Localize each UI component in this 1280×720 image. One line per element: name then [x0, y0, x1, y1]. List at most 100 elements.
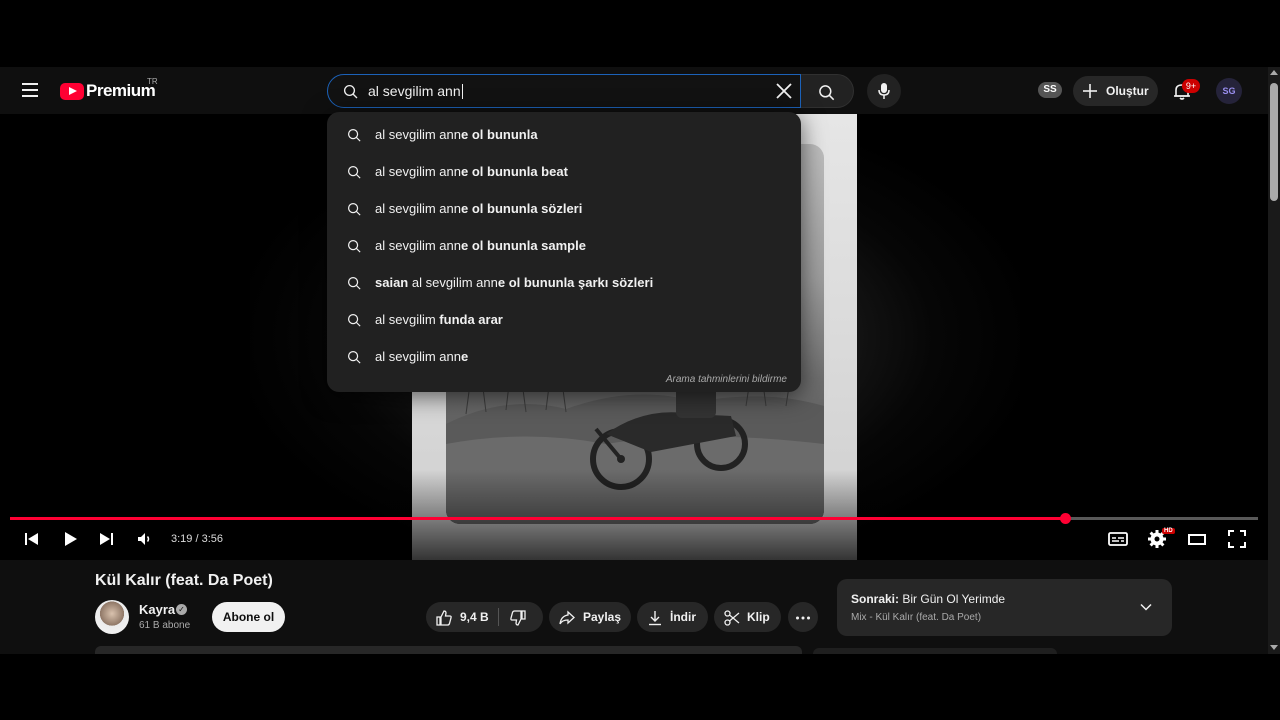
progress-played	[10, 517, 1065, 520]
subscriber-count: 61 B abone	[139, 620, 191, 631]
suggestion-item[interactable]: al sevgilim funda arar	[327, 302, 801, 339]
channel-avatar[interactable]	[95, 600, 129, 634]
like-count: 9,4 B	[460, 610, 489, 624]
share-arrow-icon	[559, 610, 575, 625]
report-predictions-link[interactable]: Arama tahminlerini bildirme	[666, 374, 787, 385]
scroll-down-arrow-icon[interactable]	[1270, 645, 1278, 650]
up-next-title: Bir Gün Ol Yerimde	[902, 592, 1006, 606]
download-icon	[649, 611, 661, 626]
suggestion-completion: funda arar	[439, 312, 503, 327]
suggestion-typed-part: al sevgilim ann	[411, 275, 498, 290]
fullscreen-icon[interactable]	[1225, 527, 1249, 551]
play-icon[interactable]	[58, 527, 82, 551]
like-button[interactable]: 9,4 B	[426, 602, 498, 632]
progress-scrubber[interactable]	[1059, 513, 1071, 524]
suggestion-item[interactable]: al sevgilim anne ol bununla sözleri	[327, 191, 801, 228]
search-input[interactable]: al sevgilim ann	[327, 74, 801, 108]
thumbs-up-icon	[436, 610, 452, 626]
subtitles-icon[interactable]	[1106, 527, 1130, 551]
suggestion-completion: e	[461, 349, 469, 364]
search-icon	[347, 276, 361, 290]
suggestion-item[interactable]: al sevgilim anne ol bununla beat	[327, 154, 801, 191]
chevron-down-icon[interactable]	[1138, 599, 1154, 615]
ss-badge[interactable]: SS	[1038, 82, 1062, 98]
volume-icon[interactable]	[133, 527, 157, 551]
notification-count-badge: 9+	[1182, 79, 1200, 93]
clip-label: Klip	[747, 610, 770, 624]
video-details: Kül Kalır (feat. Da Poet) Kayra ✓ 61 B a…	[0, 560, 1268, 654]
account-avatar[interactable]: SG	[1216, 78, 1242, 104]
suggestion-completion: e ol bununla	[461, 127, 538, 142]
scrollbar-thumb[interactable]	[1270, 83, 1278, 201]
microphone-icon	[878, 83, 890, 99]
suggestion-completion: saian	[375, 275, 412, 290]
verified-check-icon: ✓	[176, 604, 187, 615]
suggestion-completion: e ol bununla sample	[461, 238, 586, 253]
search-icon	[347, 313, 361, 327]
channel-name[interactable]: Kayra	[139, 602, 175, 617]
download-button[interactable]: İndir	[637, 602, 708, 632]
suggestion-completion: e ol bununla şarkı sözleri	[497, 275, 654, 290]
search-button[interactable]	[801, 74, 854, 108]
thumbs-down-icon	[510, 610, 526, 626]
hd-badge: HD	[1162, 528, 1175, 534]
clip-button[interactable]: Klip	[714, 602, 781, 632]
suggestion-typed-part: al sevgilim ann	[375, 349, 461, 364]
share-button[interactable]: Paylaş	[549, 602, 631, 632]
voice-search-button[interactable]	[867, 74, 901, 108]
subscribe-button[interactable]: Abone ol	[212, 602, 285, 632]
page-scrollbar[interactable]	[1268, 67, 1280, 654]
more-actions-button[interactable]	[788, 602, 818, 632]
search-icon	[343, 84, 358, 99]
suggestion-item[interactable]: al sevgilim anne ol bununla	[327, 117, 801, 154]
logo-text: Premium	[86, 81, 156, 100]
download-label: İndir	[670, 610, 696, 624]
suggestion-completion: e ol bununla sözleri	[461, 201, 583, 216]
search-suggestions-dropdown: al sevgilim anne ol bununla al sevgilim …	[327, 112, 801, 392]
create-label: Oluştur	[1106, 84, 1149, 98]
youtube-premium-logo[interactable]: Premium	[60, 79, 156, 103]
description-box	[95, 646, 802, 654]
country-code: TR	[147, 77, 158, 86]
more-horizontal-icon	[796, 616, 810, 620]
suggestion-typed-part: al sevgilim ann	[375, 164, 461, 179]
menu-icon[interactable]	[18, 79, 42, 103]
previous-icon[interactable]	[20, 527, 44, 551]
search-icon	[347, 165, 361, 179]
masthead: Premium TR al sevgilim ann SS Oluştur 9+…	[0, 67, 1268, 114]
up-next-card[interactable]: Sonraki: Bir Gün Ol Yerimde Mix - Kül Ka…	[837, 579, 1172, 636]
search-icon	[347, 350, 361, 364]
suggestion-item[interactable]: saian al sevgilim anne ol bununla şarkı …	[327, 265, 801, 302]
theater-mode-icon[interactable]	[1185, 527, 1209, 551]
search-icon	[347, 202, 361, 216]
suggestion-typed-part: al sevgilim ann	[375, 201, 461, 216]
video-title: Kül Kalır (feat. Da Poet)	[95, 572, 273, 589]
create-button[interactable]: Oluştur	[1073, 76, 1158, 106]
plus-icon	[1083, 84, 1097, 98]
suggestion-typed-part: al sevgilim	[375, 312, 440, 327]
related-panel	[813, 648, 1057, 654]
youtube-play-icon	[60, 82, 84, 100]
share-label: Paylaş	[583, 610, 622, 624]
scroll-up-arrow-icon[interactable]	[1270, 70, 1278, 75]
suggestion-item[interactable]: al sevgilim anne	[327, 339, 801, 376]
suggestion-typed-part: al sevgilim ann	[375, 238, 461, 253]
suggestion-completion: e ol bununla beat	[461, 164, 568, 179]
progress-bar[interactable]	[10, 513, 1258, 524]
time-display: 3:19 / 3:56	[171, 533, 223, 545]
page: Premium TR al sevgilim ann SS Oluştur 9+…	[0, 0, 1280, 720]
clear-search-icon[interactable]	[772, 79, 796, 103]
search-icon	[347, 128, 361, 142]
suggestion-typed-part: al sevgilim ann	[375, 127, 461, 142]
controls-gradient	[0, 470, 1268, 560]
search-icon	[347, 239, 361, 253]
dislike-button[interactable]	[499, 602, 543, 632]
search-icon	[819, 85, 835, 101]
up-next-subtitle: Mix - Kül Kalır (feat. Da Poet)	[851, 612, 982, 623]
scissors-icon	[724, 610, 740, 626]
like-dislike-group: 9,4 B	[426, 602, 543, 632]
suggestion-item[interactable]: al sevgilim anne ol bununla sample	[327, 228, 801, 265]
next-icon[interactable]	[94, 527, 118, 551]
text-caret	[461, 84, 463, 99]
search-query: al sevgilim ann	[368, 83, 461, 99]
